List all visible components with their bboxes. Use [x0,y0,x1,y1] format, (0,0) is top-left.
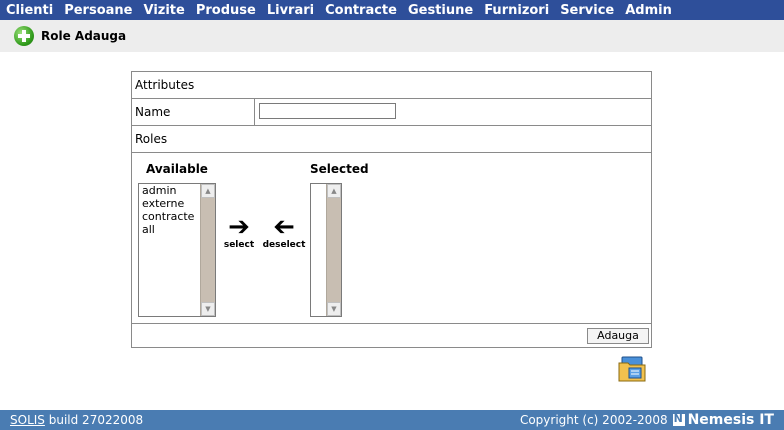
nemesis-logo-icon [672,412,685,426]
arrow-right-icon: ➔ [228,212,250,242]
nav-item-produse[interactable]: Produse [196,3,256,18]
footer-right: Copyright (c) 2002-2008 Nemesis IT [520,412,774,428]
role-form: Attributes Name Roles Available Selected… [131,71,652,348]
selected-scrollbar[interactable]: ▲ ▼ [326,184,341,316]
deselect-button[interactable]: ➔ deselect [262,212,306,250]
nav-item-service[interactable]: Service [560,3,614,18]
page-title: Role Adauga [41,29,127,43]
select-label: select [223,240,255,250]
nav-item-gestiune[interactable]: Gestiune [408,3,473,18]
solis-link[interactable]: SOLIS [10,413,45,427]
footer: SOLIS build 27022008 Copyright (c) 2002-… [0,410,784,430]
scroll-up-icon[interactable]: ▲ [327,184,341,198]
copyright-text: Copyright (c) 2002-2008 [519,413,668,427]
brand-name: Nemesis IT [687,412,774,428]
scroll-up-icon[interactable]: ▲ [201,184,215,198]
scroll-down-icon[interactable]: ▼ [201,302,215,316]
divider [132,323,651,324]
name-label: Name [135,105,171,119]
roles-row: Roles [132,126,651,153]
scroll-down-icon[interactable]: ▼ [327,302,341,316]
title-bar: Role Adauga [0,20,784,52]
roles-label: Roles [135,132,168,146]
footer-left: SOLIS build 27022008 [10,413,143,427]
name-input[interactable] [259,103,396,119]
selected-heading: Selected [310,162,369,176]
name-row: Name [132,99,651,126]
name-divider [254,99,255,125]
nav-item-admin[interactable]: Admin [625,3,672,18]
available-scrollbar[interactable]: ▲ ▼ [200,184,215,316]
build-text: build 27022008 [48,413,144,427]
top-nav: Clienti Persoane Vizite Produse Livrari … [0,0,784,20]
attributes-row: Attributes [132,72,651,99]
add-icon [14,26,34,46]
selected-listbox[interactable]: ▲ ▼ [310,183,342,317]
available-listbox[interactable]: admin externe contracte all ▲ ▼ [138,183,216,317]
attributes-label: Attributes [135,78,195,92]
nav-item-vizite[interactable]: Vizite [143,3,184,18]
folder-icon[interactable] [617,355,647,383]
arrow-left-icon: ➔ [273,212,295,242]
nav-item-clienti[interactable]: Clienti [6,3,53,18]
nav-item-livrari[interactable]: Livrari [267,3,314,18]
nav-item-persoane[interactable]: Persoane [64,3,132,18]
available-heading: Available [146,162,208,176]
select-button[interactable]: ➔ select [222,214,256,250]
nav-item-furnizori[interactable]: Furnizori [484,3,549,18]
adauga-button[interactable]: Adauga [587,328,649,344]
nav-item-contracte[interactable]: Contracte [325,3,397,18]
